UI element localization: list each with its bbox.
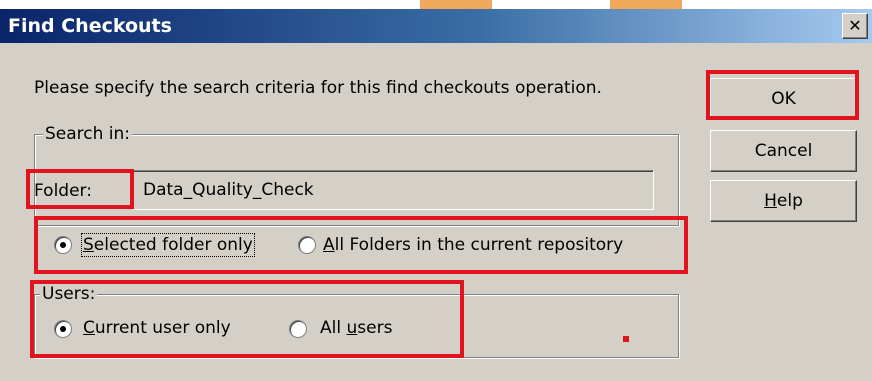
folder-highlight-box [26,169,134,209]
titlebar: Find Checkouts ✕ [0,9,872,43]
cancel-button[interactable]: Cancel [710,130,857,172]
scope-highlight-box [34,216,688,274]
instruction-text: Please specify the search criteria for t… [34,78,602,98]
dialog-title: Find Checkouts [8,15,172,37]
ok-highlight-box [706,70,859,120]
folder-field[interactable]: Data_Quality_Check [132,170,654,210]
close-icon: ✕ [848,16,862,35]
red-marker [623,336,629,342]
search-in-legend: Search in: [43,124,133,144]
folder-value: Data_Quality_Check [143,180,314,200]
close-button[interactable]: ✕ [842,13,868,39]
users-highlight-box [30,280,464,358]
help-button[interactable]: Help [710,180,857,222]
top-decoration [610,0,682,9]
top-strip [0,0,872,9]
top-decoration [420,0,492,9]
